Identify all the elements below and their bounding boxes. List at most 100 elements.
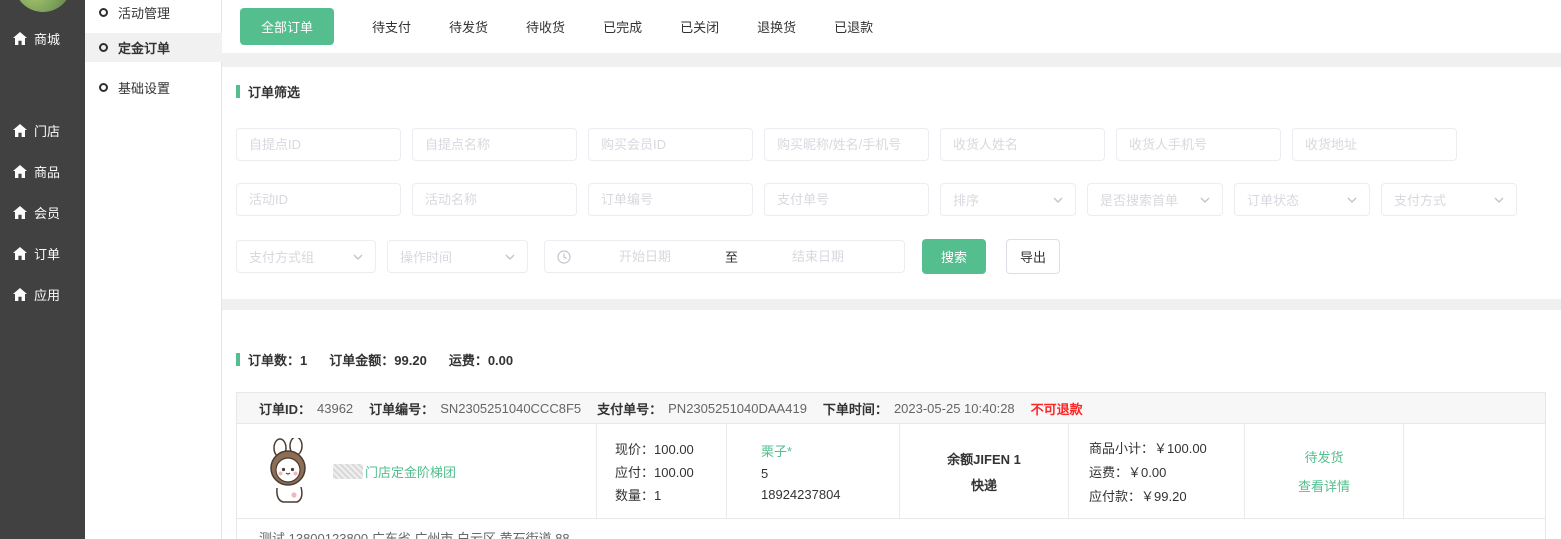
- quantity-label: 数量：: [615, 488, 654, 503]
- tab-pending-receipt[interactable]: 待收货: [526, 17, 565, 36]
- payment-method: 余额JIFEN 1: [947, 449, 1021, 468]
- price-cell: 现价：100.00 应付：100.00 数量：1: [597, 424, 727, 518]
- consignee-phone-input[interactable]: [1116, 128, 1281, 161]
- filter-row-3: 支付方式组 操作时间 至 搜索 导出: [236, 239, 1060, 274]
- home-icon: [13, 124, 27, 137]
- export-button[interactable]: 导出: [1006, 239, 1060, 274]
- order-filter-panel: 订单筛选 排序 是否搜索首单 订单状态: [222, 67, 1561, 299]
- date-range-picker[interactable]: 至: [544, 240, 905, 273]
- sidebar-item-label: 订单: [34, 244, 60, 263]
- order-card: 订单ID：43962 订单编号：SN2305251040CCC8F5 支付单号：…: [236, 392, 1546, 539]
- submenu-item-activity-management[interactable]: 活动管理: [85, 0, 222, 27]
- filter-row-2: 排序 是否搜索首单 订单状态 支付方式: [236, 183, 1517, 216]
- activity-id-input[interactable]: [236, 183, 401, 216]
- order-sn-label: 订单编号：: [369, 399, 434, 418]
- shipping-fee-label: 运费：: [1089, 465, 1128, 480]
- product-avatar: [263, 438, 317, 504]
- freight-value: 0.00: [488, 353, 513, 368]
- consignee-name-input[interactable]: [940, 128, 1105, 161]
- buyer-nickname-input[interactable]: [764, 128, 929, 161]
- submenu-item-label: 活动管理: [118, 3, 170, 22]
- buyer-member-id-input[interactable]: [588, 128, 753, 161]
- empty-cell: [1404, 424, 1545, 518]
- buyer-count: 5: [761, 466, 899, 481]
- order-number-input[interactable]: [588, 183, 753, 216]
- payment-method-group-select[interactable]: 支付方式组: [236, 240, 376, 273]
- tab-pending-shipment[interactable]: 待发货: [449, 17, 488, 36]
- home-icon: [13, 165, 27, 178]
- activity-name-input[interactable]: [412, 183, 577, 216]
- freight-label: 运费：: [449, 353, 488, 368]
- order-time-label: 下单时间：: [823, 399, 888, 418]
- amount-due-value: ￥99.20: [1141, 489, 1187, 504]
- order-id-label: 订单ID：: [259, 399, 311, 418]
- sidebar-item-label: 会员: [34, 203, 60, 222]
- sidebar-item-orders[interactable]: 订单: [0, 239, 85, 267]
- sidebar-item-label: 门店: [34, 121, 60, 140]
- tab-all-orders[interactable]: 全部订单: [240, 8, 334, 45]
- main-sidebar: 商城 门店 商品 会员 订单 应用: [0, 0, 85, 539]
- tab-pending-payment[interactable]: 待支付: [372, 17, 411, 36]
- submenu-item-label: 基础设置: [118, 78, 170, 97]
- main-content: 全部订单 待支付 待发货 待收货 已完成 已关闭 退换货 已退款 订单筛选: [222, 0, 1561, 539]
- circle-icon: [99, 43, 108, 52]
- circle-icon: [99, 83, 108, 92]
- sidebar-item-members[interactable]: 会员: [0, 198, 85, 226]
- filter-row-1: [236, 128, 1457, 161]
- home-icon: [13, 288, 27, 301]
- payment-number-input[interactable]: [764, 183, 929, 216]
- product-name-link[interactable]: 门店定金阶梯团: [333, 462, 456, 481]
- submenu-item-deposit-orders[interactable]: 定金订单: [85, 33, 222, 62]
- amount-cell: 商品小计：￥100.00 运费：￥0.00 应付款：￥99.20: [1069, 424, 1245, 518]
- date-range-separator: 至: [719, 247, 744, 266]
- secondary-sidebar: 活动管理 定金订单 基础设置: [85, 0, 222, 539]
- home-icon: [13, 32, 27, 45]
- order-row: 门店定金阶梯团 现价：100.00 应付：100.00 数量：1 栗子* 5 1…: [237, 424, 1545, 518]
- sidebar-item-label: 商城: [34, 29, 60, 48]
- sidebar-item-apps[interactable]: 应用: [0, 280, 85, 308]
- sidebar-item-store[interactable]: 门店: [0, 116, 85, 144]
- tab-completed[interactable]: 已完成: [603, 17, 642, 36]
- subtotal-value: ￥100.00: [1154, 441, 1207, 456]
- tab-closed[interactable]: 已关闭: [680, 17, 719, 36]
- payment-method-select[interactable]: 支付方式: [1381, 183, 1517, 216]
- order-status-text: 待发货: [1304, 447, 1343, 466]
- pickup-point-id-input[interactable]: [236, 128, 401, 161]
- app-logo[interactable]: [14, 0, 72, 12]
- order-status-select[interactable]: 订单状态: [1234, 183, 1370, 216]
- accent-bar: [236, 85, 240, 98]
- tab-refunded[interactable]: 已退款: [834, 17, 873, 36]
- sidebar-item-goods[interactable]: 商品: [0, 157, 85, 185]
- tab-return-exchange[interactable]: 退换货: [757, 17, 796, 36]
- shipping-fee-value: ￥0.00: [1128, 465, 1166, 480]
- buyer-phone: 18924237804: [761, 487, 899, 502]
- chevron-down-icon: [505, 254, 515, 260]
- delivery-address-input[interactable]: [1292, 128, 1457, 161]
- submenu-item-basic-settings[interactable]: 基础设置: [85, 73, 222, 102]
- operation-time-select[interactable]: 操作时间: [387, 240, 528, 273]
- redacted-text-block: [333, 464, 363, 479]
- sidebar-item-label: 应用: [34, 285, 60, 304]
- search-button[interactable]: 搜索: [922, 239, 986, 274]
- payment-cell: 余额JIFEN 1 快递: [900, 424, 1069, 518]
- buyer-name-link[interactable]: 栗子*: [761, 441, 899, 460]
- buyer-cell: 栗子* 5 18924237804: [727, 424, 900, 518]
- order-status-tabbar: 全部订单 待支付 待发货 待收货 已完成 已关闭 退换货 已退款: [222, 0, 1561, 53]
- first-order-search-select[interactable]: 是否搜索首单: [1087, 183, 1223, 216]
- amount-due-label: 应付款：: [1089, 489, 1141, 504]
- sort-select[interactable]: 排序: [940, 183, 1076, 216]
- order-amount-value: 99.20: [394, 353, 427, 368]
- order-address-row: 测试 13800123800 广东省 广州市 白云区 黄石街道 88: [237, 518, 1545, 539]
- start-date-input[interactable]: [571, 249, 719, 264]
- status-cell: 待发货 查看详情: [1245, 424, 1404, 518]
- chevron-down-icon: [1347, 197, 1357, 203]
- current-price-value: 100.00: [654, 442, 694, 457]
- order-results-panel: 订单数：1 订单金额：99.20 运费：0.00 订单ID：43962 订单编号…: [222, 310, 1561, 539]
- chevron-down-icon: [1494, 197, 1504, 203]
- sidebar-item-mall[interactable]: 商城: [0, 24, 85, 52]
- pickup-point-name-input[interactable]: [412, 128, 577, 161]
- end-date-input[interactable]: [744, 249, 892, 264]
- view-details-link[interactable]: 查看详情: [1298, 476, 1350, 495]
- payment-sn-label: 支付单号：: [597, 399, 662, 418]
- order-card-header: 订单ID：43962 订单编号：SN2305251040CCC8F5 支付单号：…: [237, 393, 1545, 424]
